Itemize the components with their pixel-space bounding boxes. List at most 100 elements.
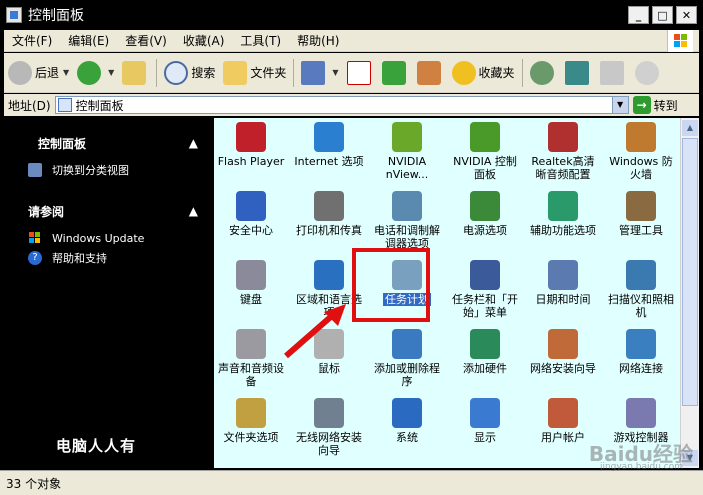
applet-icon	[626, 260, 656, 290]
windows-logo-icon	[667, 30, 693, 52]
control-panel-item[interactable]: Realtek高清晰音频配置	[528, 122, 598, 191]
control-panel-item[interactable]: 添加或删除程序	[372, 329, 442, 398]
delete-button[interactable]	[343, 56, 378, 90]
control-panel-item[interactable]: NVIDIA nView...	[372, 122, 442, 191]
applet-icon	[236, 191, 266, 221]
chevron-down-icon[interactable]: ▼	[108, 68, 114, 77]
applet-icon	[548, 398, 578, 428]
menu-tools[interactable]: 工具(T)	[232, 32, 289, 49]
menu-view[interactable]: 查看(V)	[117, 32, 175, 49]
maximize-button[interactable]: □	[652, 6, 673, 24]
category-view-icon	[28, 163, 42, 177]
scroll-up-icon[interactable]: ▲	[682, 120, 698, 136]
control-panel-item[interactable]: 无线网络安装向导	[294, 398, 364, 467]
search-button[interactable]: 搜索	[160, 56, 219, 90]
title-bar: 控制面板 _ □ ✕	[0, 0, 703, 30]
control-panel-item[interactable]: NVIDIA 控制面板	[450, 122, 520, 191]
refresh-button[interactable]	[378, 56, 413, 90]
item-label: 声音和音频设备	[218, 362, 284, 388]
item-label: 键盘	[240, 293, 262, 306]
menu-bar: 文件(F) 编辑(E) 查看(V) 收藏(A) 工具(T) 帮助(H)	[4, 30, 699, 52]
go-arrow-icon: →	[632, 96, 651, 114]
views-button[interactable]: ▼	[297, 56, 342, 90]
control-panel-item[interactable]: 安全中心	[216, 191, 286, 260]
item-label: 日期和时间	[535, 293, 591, 306]
go-button[interactable]: → 转到	[632, 96, 678, 114]
back-label: 后退	[35, 66, 60, 80]
applet-icon	[470, 329, 500, 359]
control-panel-item[interactable]: 系统	[372, 398, 442, 467]
windows-update-link[interactable]: Windows Update	[4, 228, 214, 248]
item-label: 电源选项	[463, 224, 507, 237]
control-panel-item[interactable]: 扫描仪和照相机	[606, 260, 676, 329]
home-button[interactable]	[413, 56, 448, 90]
control-panel-item[interactable]: 用户帐户	[528, 398, 598, 467]
move-to-button[interactable]	[596, 56, 631, 90]
control-panel-item[interactable]: 声音和音频设备	[216, 329, 286, 398]
up-folder-button[interactable]	[118, 56, 153, 90]
window-button[interactable]	[561, 56, 596, 90]
control-panel-item[interactable]: 键盘	[216, 260, 286, 329]
control-panel-item[interactable]: 辅助功能选项	[528, 191, 598, 260]
close-button[interactable]: ✕	[676, 6, 697, 24]
applet-icon	[470, 398, 500, 428]
minimize-button[interactable]: _	[628, 6, 649, 24]
window-icon	[564, 60, 589, 85]
window-title: 控制面板	[28, 8, 84, 24]
menu-help[interactable]: 帮助(H)	[289, 32, 347, 49]
control-panel-item[interactable]: 显示	[450, 398, 520, 467]
applet-icon	[470, 260, 500, 290]
collapse-icon[interactable]: ▲	[189, 136, 198, 150]
section-title: 控制面板	[38, 136, 87, 151]
control-panel-item[interactable]: 文件夹选项	[216, 398, 286, 467]
tools-button[interactable]	[631, 56, 666, 90]
section-header-control-panel[interactable]: 控制面板 ▲	[4, 132, 214, 154]
item-label: Realtek高清晰音频配置	[531, 155, 595, 181]
control-panel-item[interactable]: 网络安装向导	[528, 329, 598, 398]
back-arrow-icon	[8, 60, 32, 85]
applet-icon	[392, 398, 422, 428]
menu-edit[interactable]: 编辑(E)	[60, 32, 117, 49]
item-label: 任务栏和「开始」菜单	[452, 293, 518, 319]
toolbar-separator	[521, 58, 523, 87]
control-panel-item[interactable]: Internet 选项	[294, 122, 364, 191]
address-input[interactable]: 控制面板 ▼	[54, 96, 629, 114]
control-panel-item[interactable]: 电源选项	[450, 191, 520, 260]
section-header-see-also[interactable]: 请参阅 ▲	[4, 200, 214, 222]
control-panel-item[interactable]: 任务栏和「开始」菜单	[450, 260, 520, 329]
menu-favorites[interactable]: 收藏(A)	[175, 32, 233, 49]
chevron-down-icon[interactable]: ▼	[611, 97, 628, 113]
applet-icon	[314, 191, 344, 221]
control-panel-item[interactable]: 添加硬件	[450, 329, 520, 398]
folders-button[interactable]: 文件夹	[219, 56, 290, 90]
chevron-down-icon[interactable]: ▼	[63, 68, 69, 77]
star-icon	[451, 60, 476, 85]
forward-button[interactable]: ▼	[73, 56, 118, 90]
history-button[interactable]	[526, 56, 561, 90]
control-panel-item[interactable]: 管理工具	[606, 191, 676, 260]
item-label: 辅助功能选项	[530, 224, 596, 237]
control-panel-item[interactable]: 日期和时间	[528, 260, 598, 329]
help-support-link[interactable]: ? 帮助和支持	[4, 248, 214, 268]
applet-icon	[236, 398, 266, 428]
control-panel-item[interactable]: 网络连接	[606, 329, 676, 398]
control-panel-item[interactable]: Windows 防火墙	[606, 122, 676, 191]
search-label: 搜索	[191, 66, 216, 80]
folders-label: 文件夹	[250, 66, 287, 80]
vertical-scrollbar[interactable]: ▲ ▼	[680, 118, 699, 468]
favorites-button[interactable]: 收藏夹	[448, 56, 519, 90]
applet-icon	[626, 122, 656, 152]
menu-file[interactable]: 文件(F)	[4, 32, 60, 49]
back-button[interactable]: 后退 ▼	[4, 56, 73, 90]
control-panel-icon	[6, 7, 22, 23]
item-label: Internet 选项	[294, 155, 364, 168]
link-label: Windows Update	[52, 231, 145, 245]
chevron-down-icon[interactable]: ▼	[332, 68, 338, 77]
items-grid: Flash Player Internet 选项 NVIDIA nView... NV…	[216, 122, 676, 467]
control-panel-item[interactable]: Flash Player	[216, 122, 286, 191]
scroll-thumb[interactable]	[682, 138, 698, 406]
applet-icon	[314, 260, 344, 290]
collapse-icon[interactable]: ▲	[189, 204, 198, 218]
applet-icon	[236, 122, 266, 152]
switch-category-view-link[interactable]: 切换到分类视图	[4, 160, 214, 180]
